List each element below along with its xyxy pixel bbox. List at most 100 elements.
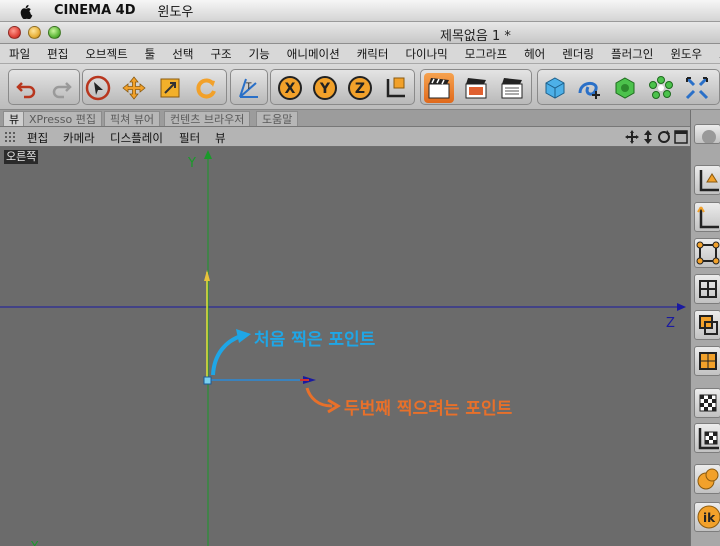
window-titlebar: 제목없음 1 * [0,22,720,44]
maximize-view-icon[interactable] [674,130,688,144]
spline-icon[interactable] [574,73,604,103]
apple-icon[interactable] [18,3,34,19]
menu-character[interactable]: 캐릭터 [348,46,397,62]
app-name[interactable]: CINEMA 4D [54,3,136,18]
menu-functions[interactable]: 기능 [240,46,278,62]
objects-group [537,69,720,105]
cube-primitive-icon[interactable] [540,73,570,103]
viewport-menu-display[interactable]: 디스플레이 [110,130,163,146]
menu-selection[interactable]: 선택 [163,46,201,62]
rotate-icon[interactable] [191,73,221,103]
points-mode-icon[interactable] [694,238,720,268]
move-icon[interactable] [119,73,149,103]
main-menubar: 파일 편집 오브젝트 툴 선택 구조 기능 애니메이션 캐릭터 다이나믹 모그라… [0,44,720,64]
zoom-window-button[interactable] [48,26,61,39]
edges-mode-icon[interactable] [694,274,720,304]
tangent-handle-arrow-y[interactable] [204,270,210,281]
z-axis-arrowhead [677,303,686,311]
first-point[interactable] [203,376,212,385]
z-axis-label: Z [355,81,365,97]
y-axis-label: Y [319,81,331,97]
nurbs-icon[interactable] [610,73,640,103]
panel-tabs: 뷰 XPresso 편집 픽쳐 뷰어 컨텐츠 브라우저 도움말 [0,110,720,127]
annotation-second-point: 두번째 찍으려는 포인트 [344,399,513,419]
transform-group [82,69,227,105]
y-axis-lock-icon[interactable]: Y [310,73,340,103]
menu-animation[interactable]: 애니메이션 [278,46,348,62]
array-icon[interactable] [646,73,676,103]
right-mode-palette: ik [690,110,720,546]
sculpt-icon[interactable] [694,464,720,494]
x-axis-label: X [285,81,296,97]
tab-xpresso-editor[interactable]: XPresso 편집 [23,111,102,126]
menu-hair[interactable]: 헤어 [515,46,553,62]
axis-lock-group: X Y Z [270,69,415,105]
live-select-icon[interactable] [83,73,113,103]
menu-edit[interactable]: 편집 [38,46,76,62]
annotation-arrow-orange [305,387,333,408]
svg-text:T: T [245,82,252,92]
render-settings-icon[interactable] [497,73,527,103]
tab-view[interactable]: 뷰 [3,111,26,126]
panel-grip-icon[interactable] [4,131,16,143]
model-mode-icon[interactable] [694,346,720,376]
tab-picture-viewer[interactable]: 픽쳐 뷰어 [104,111,160,126]
rotate-view-icon[interactable] [657,130,671,144]
menu-object[interactable]: 오브젝트 [76,46,135,62]
menu-render[interactable]: 렌더링 [553,46,602,62]
annotation-first-point: 처음 찍은 포인트 [254,330,376,350]
deformer-icon[interactable] [682,73,712,103]
viewport-menu-view[interactable]: 뷰 [215,130,226,146]
axis-group: T [230,69,268,105]
view-name-label[interactable]: 오른쪽 [4,150,39,164]
x-axis-lock-icon[interactable]: X [275,73,305,103]
viewport-menubar: 편집 카메라 디스플레이 필터 뷰 [0,127,690,147]
viewport-right[interactable]: Z Y Y 오른쪽 처음 찍은 포인트 두번째 찍으려는 포인트 [0,148,690,546]
menu-plugins[interactable]: 플러그인 [602,46,661,62]
polygons-mode-icon[interactable] [694,310,720,340]
axis-corner-icon[interactable] [694,202,720,232]
render-group [420,69,532,105]
render-picture-viewer-icon[interactable] [461,73,491,103]
menu-window[interactable]: 윈도우 [661,46,710,62]
render-view-icon[interactable] [424,73,454,103]
undo-group [8,69,80,105]
bottom-axis-label: Y [30,539,39,546]
z-axis-label: Z [666,316,675,331]
main-toolbar: T X Y Z [0,64,720,110]
checker-icon[interactable] [694,388,720,418]
menu-help[interactable]: 도움말 [710,46,720,62]
minimize-window-button[interactable] [28,26,41,39]
annotation-arrow-blue [211,334,242,376]
close-window-button[interactable] [8,26,21,39]
z-axis-lock-icon[interactable]: Z [345,73,375,103]
mac-menu-window[interactable]: 윈도우 [158,1,194,20]
redo-icon[interactable] [46,73,76,103]
ik-icon[interactable]: ik [694,502,720,532]
axis-icon[interactable]: T [234,73,264,103]
pan-view-icon[interactable] [625,130,639,144]
undo-icon[interactable] [12,73,42,103]
axis-arrow-icon[interactable] [694,165,720,195]
menu-structure[interactable]: 구조 [201,46,239,62]
menu-tools[interactable]: 툴 [136,46,164,62]
cone-icon[interactable] [694,124,720,144]
menu-dynamics[interactable]: 다이나믹 [396,46,455,62]
viewport-menu-camera[interactable]: 카메라 [63,130,95,146]
scale-icon[interactable] [155,73,185,103]
menu-file[interactable]: 파일 [0,46,38,62]
checker-corner-icon[interactable] [694,423,720,453]
y-axis-label: Y [187,156,196,171]
annotation-arrowhead-blue [236,329,251,343]
tab-content-browser[interactable]: 컨텐츠 브라우저 [164,111,251,126]
tab-help[interactable]: 도움말 [256,111,299,126]
svg-text:ik: ik [703,511,716,525]
window-title: 제목없음 1 * [440,29,511,44]
viewport-menu-filter[interactable]: 필터 [179,130,200,146]
zoom-view-icon[interactable] [642,130,654,144]
menu-mograph[interactable]: 모그라프 [456,46,515,62]
y-axis-arrowhead [204,150,212,159]
coordinate-system-icon[interactable] [381,73,411,103]
mac-menubar: CINEMA 4D 윈도우 [0,0,720,22]
viewport-menu-edit[interactable]: 편집 [27,130,48,146]
